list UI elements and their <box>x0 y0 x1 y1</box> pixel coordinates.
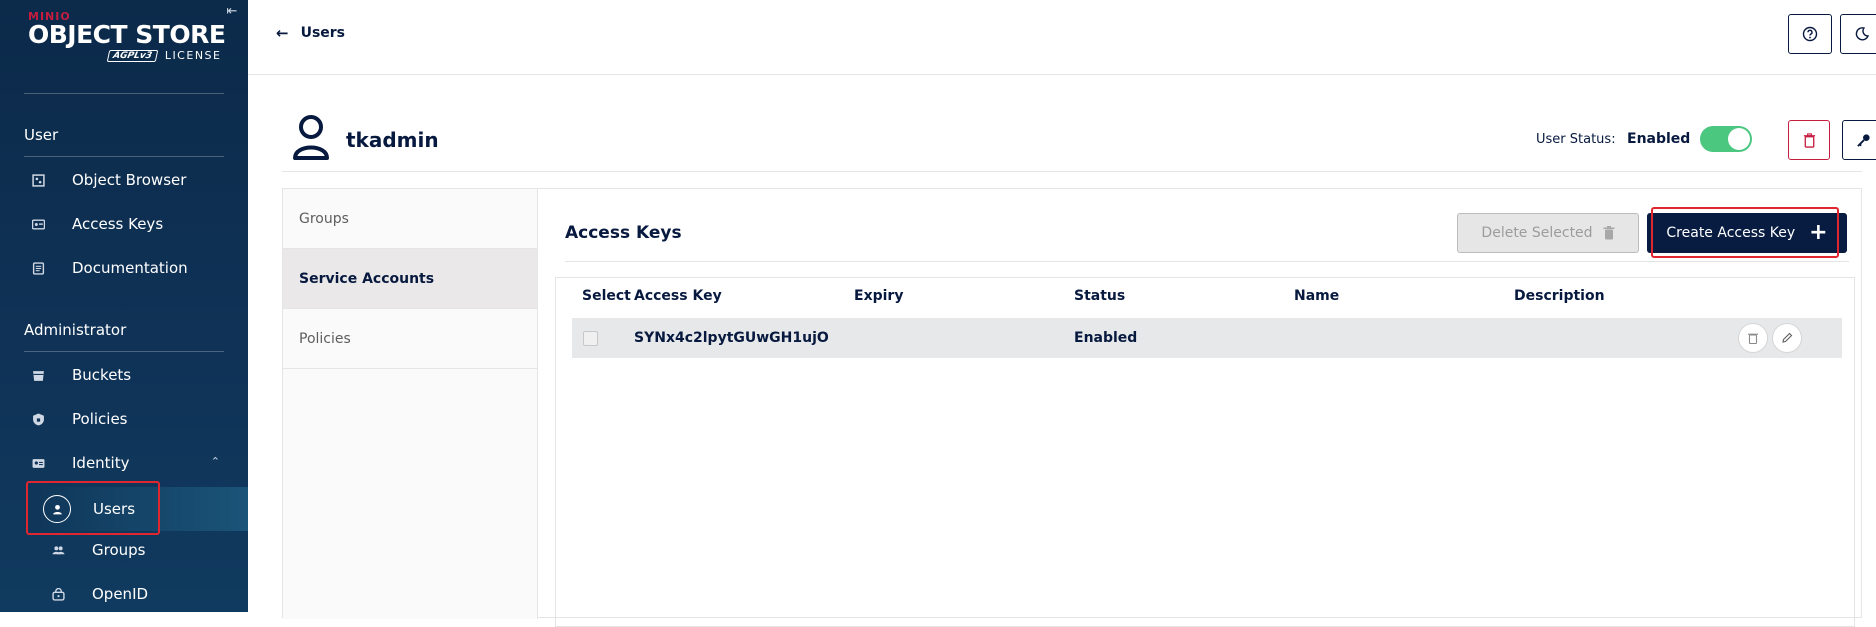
column-header-status[interactable]: Status <box>1074 288 1125 304</box>
sidebar-item-documentation[interactable]: Documentation <box>24 248 224 288</box>
sidebar-item-buckets[interactable]: Buckets <box>24 355 224 395</box>
column-header-access-key[interactable]: Access Key <box>634 288 722 304</box>
back-link-label: Users <box>300 25 346 41</box>
chevron-up-icon[interactable]: ⌃ <box>211 455 220 468</box>
collapse-sidebar-icon[interactable]: ⇤ <box>224 4 240 20</box>
sidebar-item-object-browser[interactable]: Object Browser <box>24 160 224 200</box>
tab-groups[interactable]: Groups <box>283 189 537 249</box>
sidebar-item-label: Identity <box>72 454 130 472</box>
row-select-checkbox[interactable] <box>583 331 598 346</box>
highlight-box-create-access-key <box>1651 207 1839 258</box>
sidebar-item-label: Groups <box>92 541 146 559</box>
top-bar: ← Users <box>248 0 1876 75</box>
sidebar-section-administrator: Administrator <box>24 321 127 339</box>
column-header-description[interactable]: Description <box>1514 288 1605 304</box>
license-text: LICENSE <box>164 49 222 62</box>
user-details-panel: Groups Service Accounts Policies Access … <box>282 188 1862 627</box>
moon-icon <box>1855 27 1870 41</box>
object-browser-icon <box>28 170 48 190</box>
cell-access-key: SYNx4c2lpytGUwGH1ujO <box>634 330 829 346</box>
policies-icon <box>28 409 48 429</box>
back-arrow-icon: ← <box>276 24 289 42</box>
sidebar-item-label: Policies <box>72 410 128 428</box>
help-button[interactable] <box>1788 14 1832 54</box>
minio-logo: MINIO OBJECT STORE AGPLv3 LICENSE <box>28 10 228 62</box>
row-edit-button[interactable] <box>1772 323 1802 353</box>
cell-status: Enabled <box>1074 330 1138 346</box>
sidebar-item-label: OpenID <box>92 585 149 603</box>
theme-toggle-button[interactable] <box>1840 14 1876 54</box>
trash-icon <box>1603 226 1615 240</box>
license-row: AGPLv3 LICENSE <box>106 49 228 62</box>
user-status-toggle[interactable] <box>1700 126 1752 152</box>
user-header: tkadmin User Status: Enabled <box>282 112 1876 172</box>
access-keys-table: Select Access Key Expiry Status Name Des… <box>555 277 1855 627</box>
access-keys-title: Access Keys <box>565 223 682 243</box>
sidebar-divider <box>24 351 224 352</box>
user-status-label: User Status: <box>1536 132 1616 147</box>
sidebar-item-identity[interactable]: Identity ⌃ <box>24 443 224 483</box>
content-divider <box>565 261 1849 262</box>
tab-policies[interactable]: Policies <box>283 309 537 369</box>
trash-icon <box>1748 333 1758 344</box>
sidebar-item-label: Access Keys <box>72 215 164 233</box>
key-icon <box>1856 133 1870 147</box>
change-password-button[interactable] <box>1842 120 1876 160</box>
sidebar-divider <box>24 156 224 157</box>
user-tabs: Groups Service Accounts Policies <box>283 189 538 619</box>
column-header-name[interactable]: Name <box>1294 288 1339 304</box>
identity-icon <box>28 453 48 473</box>
delete-user-button[interactable] <box>1788 120 1830 160</box>
groups-icon <box>48 540 68 560</box>
user-avatar-icon <box>293 115 329 160</box>
documentation-icon <box>28 258 48 278</box>
highlight-box-users <box>26 481 160 535</box>
openid-icon <box>48 584 68 604</box>
sidebar-item-openid[interactable]: OpenID <box>24 574 224 614</box>
sidebar-item-groups[interactable]: Groups <box>24 530 224 570</box>
access-keys-icon <box>28 214 48 234</box>
sidebar-item-access-keys[interactable]: Access Keys <box>24 204 224 244</box>
table-row[interactable]: SYNx4c2lpytGUwGH1ujO Enabled <box>572 318 1842 358</box>
delete-selected-button[interactable]: Delete Selected <box>1457 213 1639 253</box>
pencil-icon <box>1782 332 1793 343</box>
row-delete-button[interactable] <box>1738 323 1768 353</box>
trash-icon <box>1803 132 1815 148</box>
sidebar-item-label: Buckets <box>72 366 132 384</box>
back-to-users-link[interactable]: ← Users <box>276 24 345 42</box>
sidebar-item-label: Documentation <box>72 259 188 277</box>
user-name-title: tkadmin <box>346 128 439 152</box>
help-icon <box>1802 26 1818 42</box>
sidebar-divider <box>24 93 224 94</box>
user-status-value: Enabled <box>1627 131 1691 147</box>
tab-service-accounts[interactable]: Service Accounts <box>283 249 537 309</box>
agpl-badge: AGPLv3 <box>106 49 159 62</box>
sidebar-item-label: Object Browser <box>72 171 187 189</box>
toggle-knob <box>1728 128 1750 150</box>
sidebar-section-user: User <box>24 126 59 144</box>
sidebar-item-policies[interactable]: Policies <box>24 399 224 439</box>
column-header-expiry[interactable]: Expiry <box>854 288 903 304</box>
buckets-icon <box>28 365 48 385</box>
logo-product-text: OBJECT STORE <box>28 20 226 49</box>
delete-selected-label: Delete Selected <box>1481 225 1593 241</box>
column-header-select: Select <box>582 288 631 304</box>
